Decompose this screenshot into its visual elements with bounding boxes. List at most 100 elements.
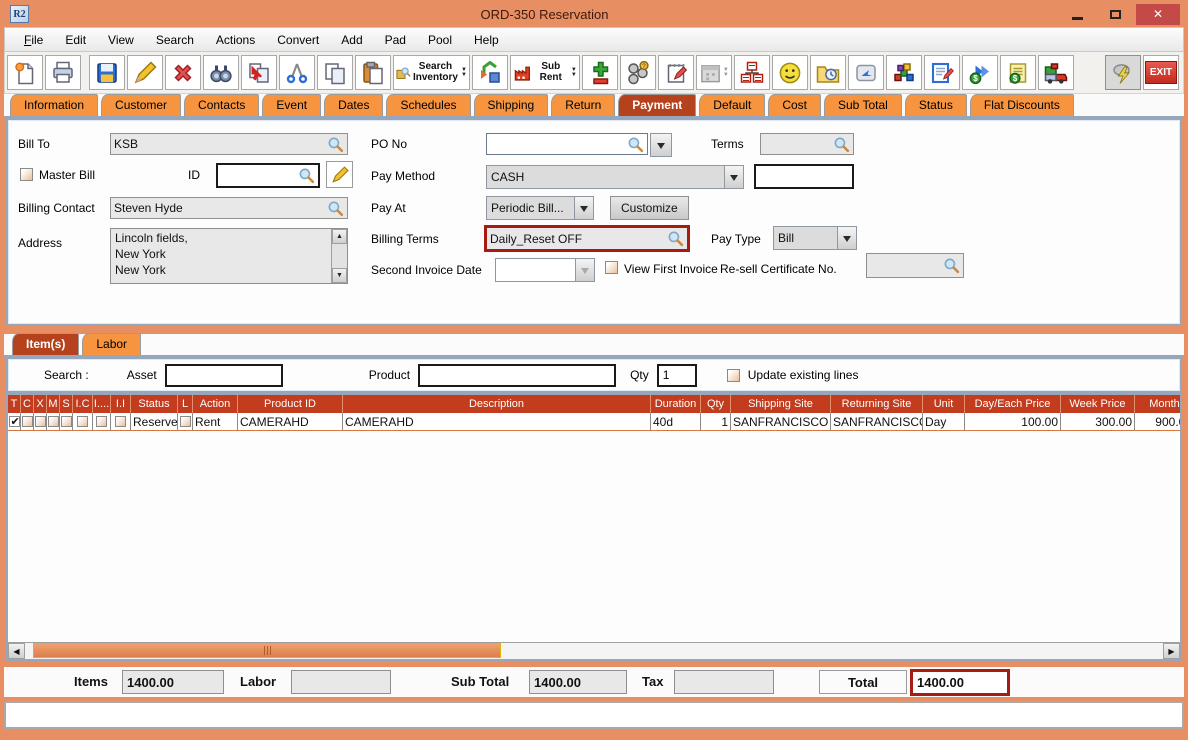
delete-button[interactable] [165, 55, 201, 90]
notes-button[interactable] [658, 55, 694, 90]
pay-type-combo[interactable]: Bill [773, 226, 857, 250]
search-icon[interactable] [327, 136, 344, 153]
tab-customer[interactable]: Customer [101, 94, 181, 116]
cell-ii[interactable] [111, 413, 131, 431]
col-product-id[interactable]: Product ID [238, 395, 343, 413]
cell-action[interactable]: Rent [193, 413, 238, 431]
scroll-up-icon[interactable]: ▲ [332, 229, 347, 244]
org-chart-button[interactable] [734, 55, 770, 90]
resell-certificate-field[interactable] [866, 253, 964, 278]
cell-x[interactable] [34, 413, 47, 431]
checkbox-icon[interactable] [48, 416, 59, 427]
col-action[interactable]: Action [193, 395, 238, 413]
checkbox-icon[interactable] [96, 416, 107, 427]
tab-dates[interactable]: Dates [324, 94, 383, 116]
tab-subtotal[interactable]: Sub Total [824, 94, 902, 116]
col-l[interactable]: L [178, 395, 193, 413]
tab-cost[interactable]: Cost [768, 94, 821, 116]
edit-button[interactable] [127, 55, 163, 90]
col-week-price[interactable]: Week Price [1061, 395, 1135, 413]
view-first-invoice-checkbox[interactable] [605, 261, 618, 274]
checkbox-icon[interactable] [115, 416, 126, 427]
table-row[interactable]: Reserved Rent CAMERAHD CAMERAHD 40d 1 SA… [8, 413, 1180, 431]
col-ii[interactable]: I.I [111, 395, 131, 413]
convert-button[interactable] [472, 55, 508, 90]
col-c[interactable]: C [21, 395, 34, 413]
tab-flat-discounts[interactable]: Flat Discounts [970, 94, 1074, 116]
menu-view[interactable]: View [99, 30, 143, 50]
save-button[interactable] [89, 55, 125, 90]
close-button[interactable]: ✕ [1136, 4, 1180, 25]
chevron-down-icon[interactable] [724, 166, 743, 188]
chevron-down-icon[interactable] [574, 197, 593, 219]
delivery-truck-button[interactable] [1038, 55, 1074, 90]
col-unit[interactable]: Unit [923, 395, 965, 413]
group-query-button[interactable]: ? [620, 55, 656, 90]
folder-history-button[interactable] [810, 55, 846, 90]
copy-button[interactable] [317, 55, 353, 90]
master-bill-checkbox[interactable] [20, 168, 33, 181]
pay-method-extra-field[interactable] [754, 164, 854, 189]
tab-schedules[interactable]: Schedules [386, 94, 470, 116]
print-button[interactable] [45, 55, 81, 90]
tab-labor[interactable]: Labor [82, 333, 141, 355]
menu-pool[interactable]: Pool [419, 30, 461, 50]
qty-input[interactable] [657, 364, 697, 387]
new-button[interactable] [7, 55, 43, 90]
tab-payment[interactable]: Payment [618, 94, 696, 116]
horizontal-scrollbar[interactable]: ◀ ▶ [8, 642, 1180, 659]
cell-unit[interactable]: Day [923, 413, 965, 431]
col-qty[interactable]: Qty [701, 395, 731, 413]
scroll-right-icon[interactable]: ▶ [1163, 643, 1180, 659]
col-status[interactable]: Status [131, 395, 178, 413]
update-existing-lines-checkbox[interactable] [727, 369, 740, 382]
checkbox-checked-icon[interactable] [9, 416, 20, 427]
minimize-button[interactable] [1060, 4, 1094, 25]
tab-information[interactable]: Information [10, 94, 98, 116]
cell-idots[interactable] [93, 413, 111, 431]
col-shipping-site[interactable]: Shipping Site [731, 395, 831, 413]
product-input[interactable] [418, 364, 616, 387]
tab-default[interactable]: Default [699, 94, 765, 116]
search-inventory-button[interactable]: Search Inventory ▼▼ [393, 55, 469, 90]
edit-id-button[interactable] [326, 161, 353, 188]
paste-button[interactable] [355, 55, 391, 90]
col-m[interactable]: M [47, 395, 60, 413]
app-icon[interactable]: R2 [10, 5, 29, 23]
money-transfer-button[interactable]: $ [962, 55, 998, 90]
menu-pad[interactable]: Pad [376, 30, 415, 50]
copy-transfer-button[interactable] [241, 55, 277, 90]
tab-event[interactable]: Event [262, 94, 321, 116]
tab-shipping[interactable]: Shipping [474, 94, 549, 116]
cell-week-price[interactable]: 300.00 [1061, 413, 1135, 431]
launch-button[interactable] [848, 55, 884, 90]
memo-button[interactable] [924, 55, 960, 90]
tab-contacts[interactable]: Contacts [184, 94, 259, 116]
cell-l[interactable] [178, 413, 193, 431]
pay-at-combo[interactable]: Periodic Bill... [486, 196, 594, 220]
menu-edit[interactable]: Edit [56, 30, 95, 50]
col-returning-site[interactable]: Returning Site [831, 395, 923, 413]
checkbox-icon[interactable] [22, 416, 33, 427]
col-s[interactable]: S [60, 395, 73, 413]
customize-button[interactable]: Customize [610, 196, 689, 220]
cell-description[interactable]: CAMERAHD [343, 413, 651, 431]
col-month-price[interactable]: Month [1135, 395, 1180, 413]
col-day-each-price[interactable]: Day/Each Price [965, 395, 1061, 413]
checkbox-icon[interactable] [77, 416, 88, 427]
terms-field[interactable] [760, 133, 854, 155]
col-t[interactable]: T [8, 395, 21, 413]
cell-status[interactable]: Reserved [131, 413, 178, 431]
col-duration[interactable]: Duration [651, 395, 701, 413]
checkbox-icon[interactable] [61, 416, 72, 427]
pay-method-combo[interactable]: CASH [486, 165, 744, 189]
po-no-field[interactable] [486, 133, 648, 155]
asset-input[interactable] [165, 364, 283, 387]
cell-ic[interactable] [73, 413, 93, 431]
sub-rent-button[interactable]: Sub Rent ▼▼ [510, 55, 580, 90]
cell-product-id[interactable]: CAMERAHD [238, 413, 343, 431]
chevron-down-icon[interactable] [837, 227, 856, 249]
search-icon[interactable] [833, 136, 850, 153]
address-field[interactable]: Lincoln fields, New York New York ▲ ▼ [110, 228, 348, 284]
address-scrollbar[interactable]: ▲ ▼ [331, 229, 347, 283]
